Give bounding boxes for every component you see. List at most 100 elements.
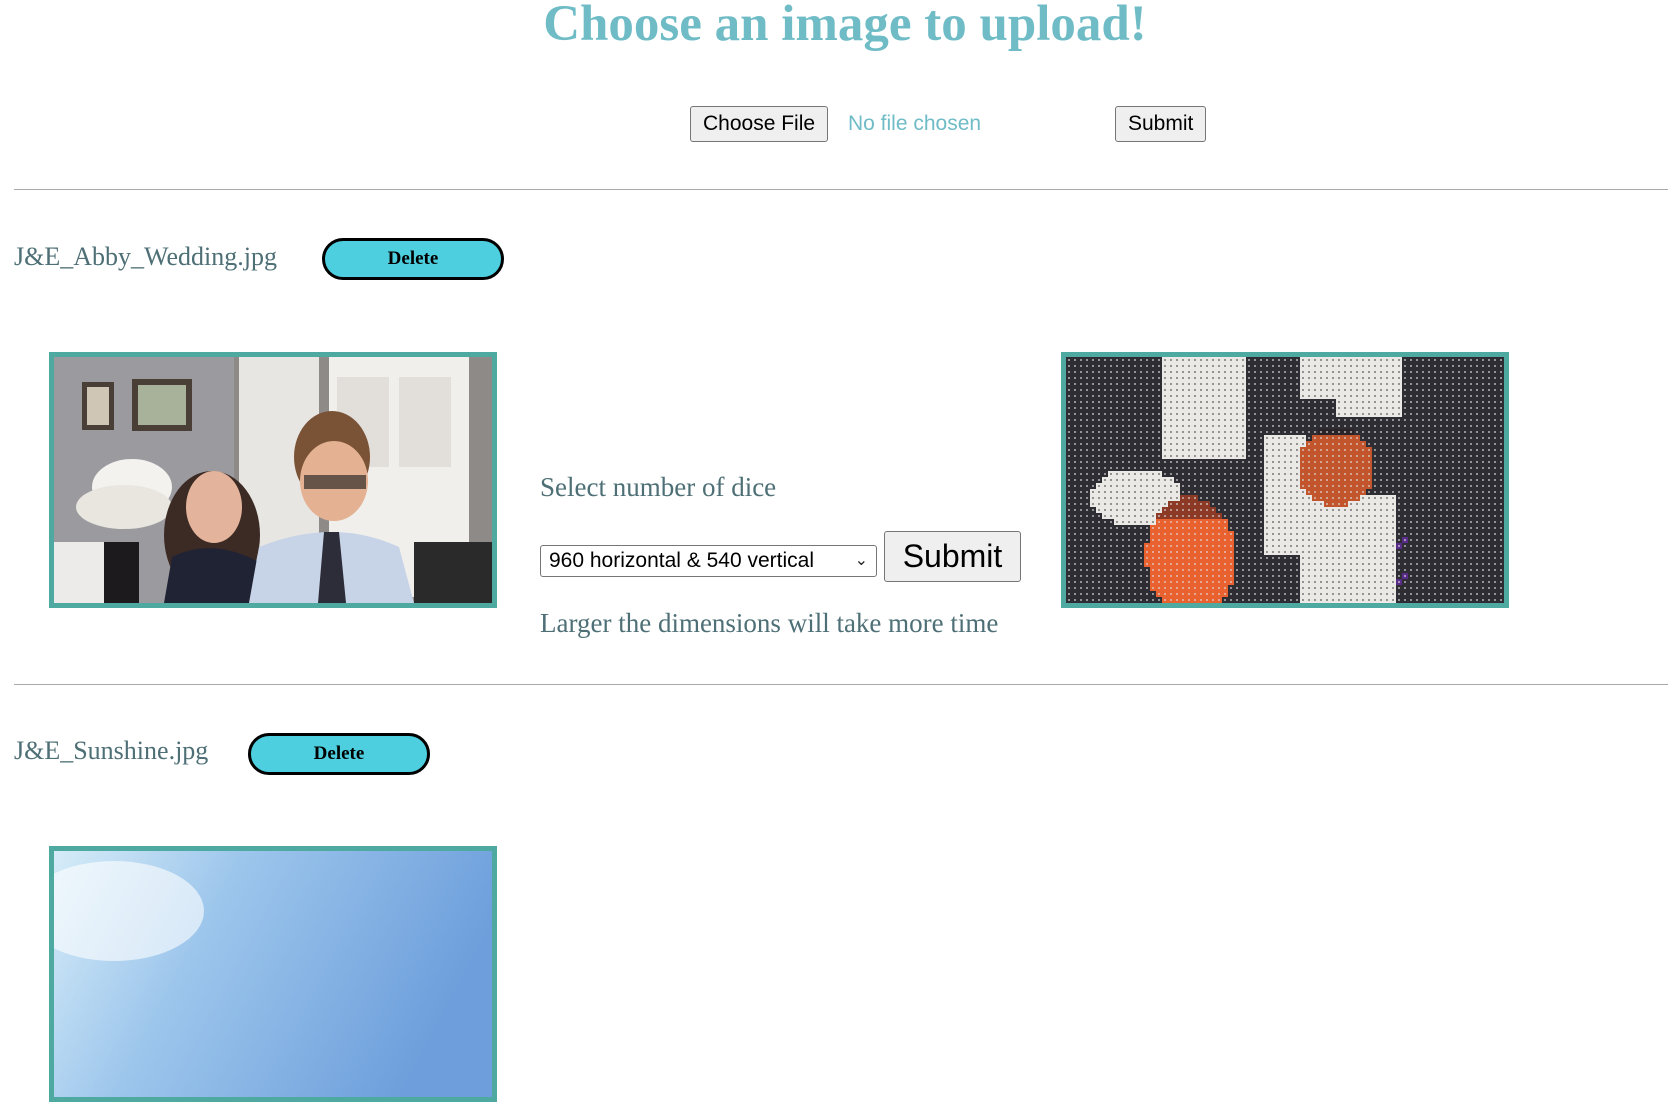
dice-pip bbox=[1212, 425, 1214, 427]
dice-pip bbox=[1410, 503, 1412, 505]
dice-pip bbox=[1218, 527, 1220, 529]
dice-pip bbox=[1230, 449, 1232, 451]
dice-pip bbox=[1470, 407, 1472, 409]
dice-pip bbox=[1206, 551, 1208, 553]
dice-pip bbox=[1266, 437, 1268, 439]
dice-pip bbox=[1164, 437, 1166, 439]
dice-pip bbox=[1140, 419, 1142, 421]
dice-pip bbox=[1398, 359, 1400, 361]
delete-button[interactable]: Delete bbox=[322, 238, 504, 280]
dice-pip bbox=[1116, 521, 1118, 523]
dice-pip bbox=[1368, 431, 1370, 433]
dice-pip bbox=[1302, 539, 1304, 541]
dice-pip bbox=[1068, 383, 1070, 385]
dice-pip bbox=[1428, 509, 1430, 511]
dice-pip bbox=[1086, 383, 1088, 385]
dice-pip bbox=[1308, 455, 1310, 457]
dice-pip bbox=[1302, 389, 1304, 391]
dice-pip bbox=[1182, 377, 1184, 379]
dice-pip bbox=[1098, 425, 1100, 427]
dice-pip bbox=[1488, 395, 1490, 397]
dice-pip bbox=[1260, 503, 1262, 505]
dice-pip bbox=[1170, 377, 1172, 379]
dice-pip bbox=[1218, 377, 1220, 379]
dice-pip bbox=[1242, 461, 1244, 463]
dice-pip bbox=[1086, 551, 1088, 553]
dice-pip bbox=[1434, 383, 1436, 385]
dice-pip bbox=[1338, 359, 1340, 361]
dice-pip bbox=[1500, 377, 1502, 379]
dice-pip bbox=[1110, 461, 1112, 463]
dice-pip bbox=[1212, 419, 1214, 421]
dice-pip bbox=[1398, 425, 1400, 427]
dice-pip bbox=[1170, 551, 1172, 553]
dice-pip bbox=[1128, 479, 1130, 481]
dice-pip bbox=[1416, 401, 1418, 403]
dice-pip bbox=[1308, 365, 1310, 367]
dice-pip bbox=[1110, 383, 1112, 385]
dice-pip bbox=[1110, 515, 1112, 517]
dice-pip bbox=[1392, 407, 1394, 409]
dice-submit-button[interactable]: Submit bbox=[884, 531, 1021, 582]
dice-pip bbox=[1380, 533, 1382, 535]
dice-pip bbox=[1320, 443, 1322, 445]
dice-pip bbox=[1452, 539, 1454, 541]
dice-pip bbox=[1200, 437, 1202, 439]
dice-pip bbox=[1404, 527, 1406, 529]
dice-pip bbox=[1470, 473, 1472, 475]
dice-pip bbox=[1374, 551, 1376, 553]
dice-pip bbox=[1236, 539, 1238, 541]
dice-count-select[interactable]: 960 horizontal & 540 vertical ⌄ bbox=[540, 545, 877, 577]
dice-pip bbox=[1068, 431, 1070, 433]
dice-pip bbox=[1488, 449, 1490, 451]
dice-pip bbox=[1086, 467, 1088, 469]
dice-pip bbox=[1386, 533, 1388, 535]
dice-pip bbox=[1176, 449, 1178, 451]
dice-pip bbox=[1350, 545, 1352, 547]
dice-pip bbox=[1386, 473, 1388, 475]
dice-pip bbox=[1422, 455, 1424, 457]
dice-pip bbox=[1314, 455, 1316, 457]
dice-pip bbox=[1356, 545, 1358, 547]
dice-pip bbox=[1158, 485, 1160, 487]
dice-pip bbox=[1140, 473, 1142, 475]
dice-pip bbox=[1236, 389, 1238, 391]
dice-pip bbox=[1422, 509, 1424, 511]
dice-pip bbox=[1086, 527, 1088, 529]
dice-pip bbox=[1350, 467, 1352, 469]
dice-pip bbox=[1428, 497, 1430, 499]
choose-file-button[interactable]: Choose File bbox=[690, 106, 828, 142]
dice-pip bbox=[1392, 557, 1394, 559]
dice-pip bbox=[1386, 485, 1388, 487]
dice-pip bbox=[1392, 455, 1394, 457]
dice-pip bbox=[1308, 533, 1310, 535]
dice-pip bbox=[1200, 455, 1202, 457]
dice-pip bbox=[1218, 557, 1220, 559]
dice-pip bbox=[1272, 539, 1274, 541]
dice-pip bbox=[1386, 455, 1388, 457]
dice-pip bbox=[1068, 413, 1070, 415]
dice-pip bbox=[1434, 503, 1436, 505]
dice-pip bbox=[1290, 431, 1292, 433]
dice-pip bbox=[1350, 491, 1352, 493]
dice-pip bbox=[1254, 413, 1256, 415]
dice-pip bbox=[1344, 425, 1346, 427]
dice-pip bbox=[1404, 401, 1406, 403]
dice-pip bbox=[1104, 389, 1106, 391]
dice-pip bbox=[1242, 395, 1244, 397]
dice-pip bbox=[1122, 533, 1124, 535]
dice-pip bbox=[1236, 413, 1238, 415]
dice-pip bbox=[1116, 497, 1118, 499]
dice-pip bbox=[1488, 455, 1490, 457]
dice-pip bbox=[1476, 419, 1478, 421]
dice-pip bbox=[1356, 389, 1358, 391]
dice-pip bbox=[1182, 425, 1184, 427]
dice-pip bbox=[1320, 467, 1322, 469]
dice-pip bbox=[1266, 461, 1268, 463]
dice-pip bbox=[1482, 443, 1484, 445]
dice-pip bbox=[1398, 485, 1400, 487]
dice-pip bbox=[1446, 485, 1448, 487]
dice-pip bbox=[1416, 491, 1418, 493]
upload-submit-button[interactable]: Submit bbox=[1115, 106, 1206, 142]
dice-pip bbox=[1404, 473, 1406, 475]
